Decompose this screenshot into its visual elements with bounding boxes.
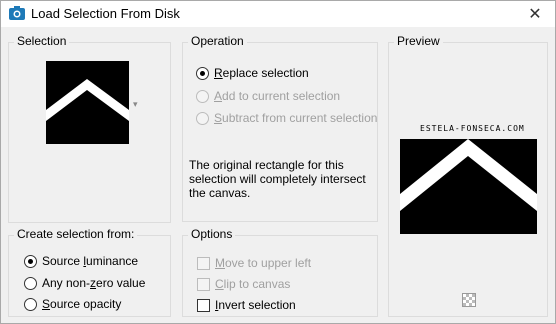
radio-indicator[interactable] <box>196 66 209 80</box>
preview-image <box>400 139 537 234</box>
preview-caption: ESTELA-FONSECA.COM <box>420 124 525 133</box>
source-opacity-radio[interactable]: Source opacity <box>24 295 121 313</box>
selection-group-label: Selection <box>14 34 70 48</box>
invert-selection-checkbox[interactable]: Invert selection <box>197 296 296 314</box>
clip-to-canvas-checkbox[interactable]: Clip to canvas <box>197 275 290 293</box>
operation-group: Operation Replace selection Add to curre… <box>182 34 378 222</box>
move-to-upper-left-checkbox[interactable]: Move to upper left <box>197 254 311 272</box>
preview-group-label: Preview <box>394 34 443 48</box>
options-group: Options Move to upper left Clip to canva… <box>182 227 378 317</box>
create-selection-group-label: Create selection from: <box>14 227 138 241</box>
operation-note: The original rectangle for this selectio… <box>189 158 366 200</box>
close-icon: ✕ <box>528 6 542 23</box>
close-button[interactable]: ✕ <box>515 1 555 27</box>
radio-indicator[interactable] <box>24 254 37 268</box>
camera-icon <box>9 6 25 20</box>
checkbox-indicator[interactable] <box>197 277 210 291</box>
note-line: selection will completely intersect <box>189 172 366 186</box>
dialog-window: Load Selection From Disk ✕ Selection ▾ O… <box>0 0 556 324</box>
selection-thumbnail[interactable] <box>46 61 129 144</box>
transparency-checker-icon[interactable] <box>462 293 476 307</box>
checkbox-indicator[interactable] <box>197 298 210 312</box>
selection-group: Selection ▾ <box>8 34 171 223</box>
chevron-down-icon[interactable]: ▾ <box>133 99 138 110</box>
radio-indicator[interactable] <box>196 89 209 103</box>
title-bar: Load Selection From Disk ✕ <box>1 1 555 27</box>
replace-selection-radio[interactable]: Replace selection <box>196 64 309 82</box>
add-to-selection-radio[interactable]: Add to current selection <box>196 87 340 105</box>
create-selection-group: Create selection from: Source luminance … <box>8 227 171 317</box>
options-group-label: Options <box>188 227 236 241</box>
operation-group-label: Operation <box>188 34 247 48</box>
note-line: the canvas. <box>189 186 251 200</box>
source-luminance-radio[interactable]: Source luminance <box>24 252 138 270</box>
any-non-zero-value-radio[interactable]: Any non-zero value <box>24 274 145 292</box>
subtract-from-selection-radio[interactable]: Subtract from current selection <box>196 109 377 127</box>
radio-indicator[interactable] <box>196 111 209 125</box>
window-title: Load Selection From Disk <box>31 6 180 21</box>
preview-group: Preview ESTELA-FONSECA.COM <box>388 34 548 317</box>
note-line: The original rectangle for this <box>189 158 344 172</box>
radio-indicator[interactable] <box>24 276 37 290</box>
checkbox-indicator[interactable] <box>197 256 210 270</box>
radio-indicator[interactable] <box>24 297 37 311</box>
